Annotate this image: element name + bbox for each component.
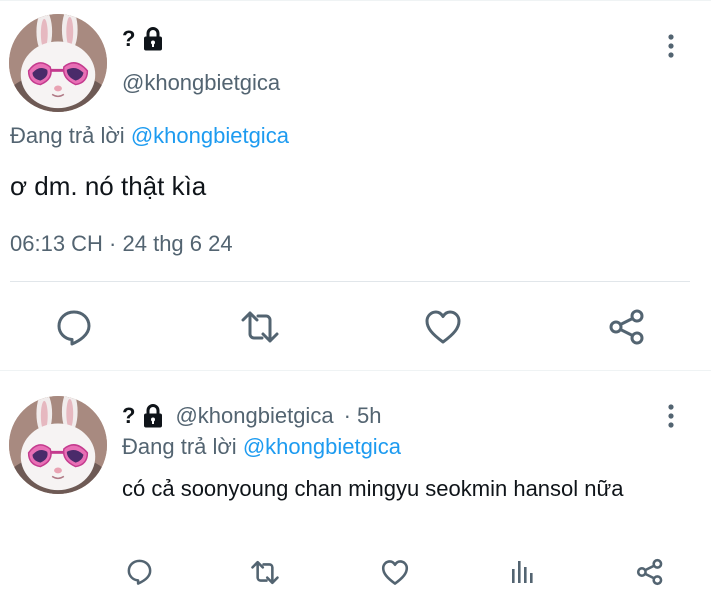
retweet-icon[interactable] bbox=[250, 560, 280, 585]
author-handle[interactable]: @khongbietgica bbox=[175, 402, 333, 430]
retweet-icon[interactable] bbox=[240, 310, 280, 344]
more-vertical-icon[interactable] bbox=[667, 33, 675, 59]
main-tweet: ? @khongbietgica Đang trả lời @khongbiet… bbox=[0, 0, 711, 374]
replying-to-line: Đang trả lời @khongbietgica bbox=[122, 433, 401, 461]
replying-to-mention[interactable]: @khongbietgica bbox=[131, 123, 289, 148]
bunny-avatar-image bbox=[9, 14, 107, 112]
replying-to-label: Đang trả lời bbox=[10, 123, 125, 148]
tweet-text: ơ dm. nó thật kìa bbox=[10, 171, 207, 201]
lock-icon bbox=[141, 403, 165, 429]
divider bbox=[10, 281, 690, 282]
author-name-row: ? bbox=[122, 26, 165, 52]
share-icon[interactable] bbox=[636, 558, 664, 586]
heart-icon[interactable] bbox=[381, 559, 409, 586]
author-display-name[interactable]: ? bbox=[122, 26, 135, 52]
comment-icon[interactable] bbox=[126, 558, 153, 585]
replying-to-line: Đang trả lời @khongbietgica bbox=[10, 122, 289, 150]
share-icon[interactable] bbox=[608, 308, 646, 346]
more-vertical-icon[interactable] bbox=[667, 403, 675, 429]
author-display-name[interactable]: ? bbox=[122, 402, 135, 430]
tweet-text: có cả soonyoung chan mingyu seokmin hans… bbox=[122, 476, 624, 501]
tweet-action-bar bbox=[0, 555, 711, 587]
tweet-time-ago[interactable]: · 5h bbox=[344, 402, 382, 430]
replying-to-mention[interactable]: @khongbietgica bbox=[243, 434, 401, 459]
tweet-action-bar bbox=[0, 302, 711, 352]
analytics-icon[interactable] bbox=[510, 559, 534, 585]
tweet-timestamp[interactable]: 06:13 CH · 24 thg 6 24 bbox=[10, 230, 233, 258]
heart-icon[interactable] bbox=[424, 309, 462, 345]
author-handle[interactable]: @khongbietgica bbox=[122, 70, 280, 96]
comment-icon[interactable] bbox=[55, 308, 93, 346]
replying-to-label: Đang trả lời bbox=[122, 434, 237, 459]
bunny-avatar-image bbox=[9, 396, 107, 494]
lock-icon bbox=[141, 26, 165, 52]
tweet-separator bbox=[0, 370, 711, 371]
avatar[interactable] bbox=[9, 14, 107, 112]
avatar[interactable] bbox=[9, 396, 107, 494]
reply-author-row: ? @khongbietgica · 5h bbox=[122, 402, 381, 430]
